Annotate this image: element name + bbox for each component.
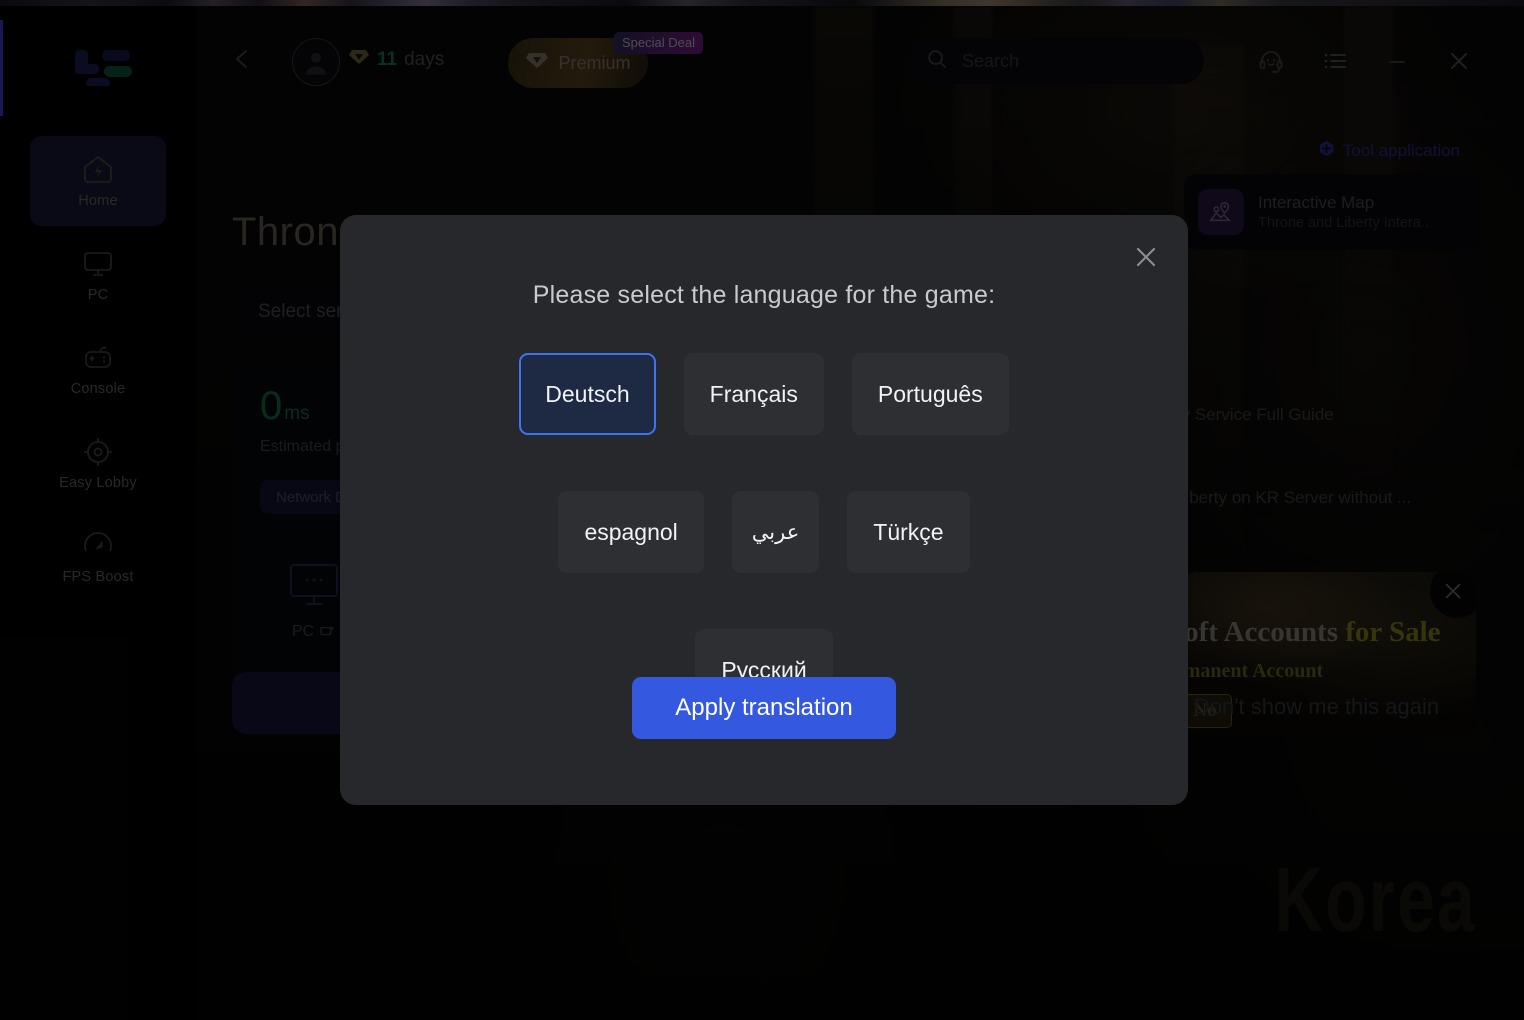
dialog-heading: Please select the language for the game: bbox=[532, 281, 996, 309]
dialog-close-icon[interactable] bbox=[1126, 237, 1166, 277]
language-option-5[interactable]: عربي bbox=[731, 491, 820, 573]
language-option-1[interactable]: Deutsch bbox=[519, 353, 656, 435]
app-window: Korea Home bbox=[0, 0, 1524, 1020]
language-option-6[interactable]: Türkçe bbox=[847, 491, 970, 573]
language-option-3[interactable]: Português bbox=[851, 353, 1009, 435]
language-option-4[interactable]: espagnol bbox=[558, 491, 704, 573]
language-selection-dialog: Please select the language for the game:… bbox=[340, 215, 1188, 805]
desktop-strip bbox=[0, 0, 1524, 6]
language-option-2[interactable]: Français bbox=[683, 353, 824, 435]
apply-translation-button[interactable]: Apply translation bbox=[632, 677, 896, 739]
language-options-grid: Deutsch Français Português espagnol عربي Türk… bbox=[340, 353, 1188, 711]
